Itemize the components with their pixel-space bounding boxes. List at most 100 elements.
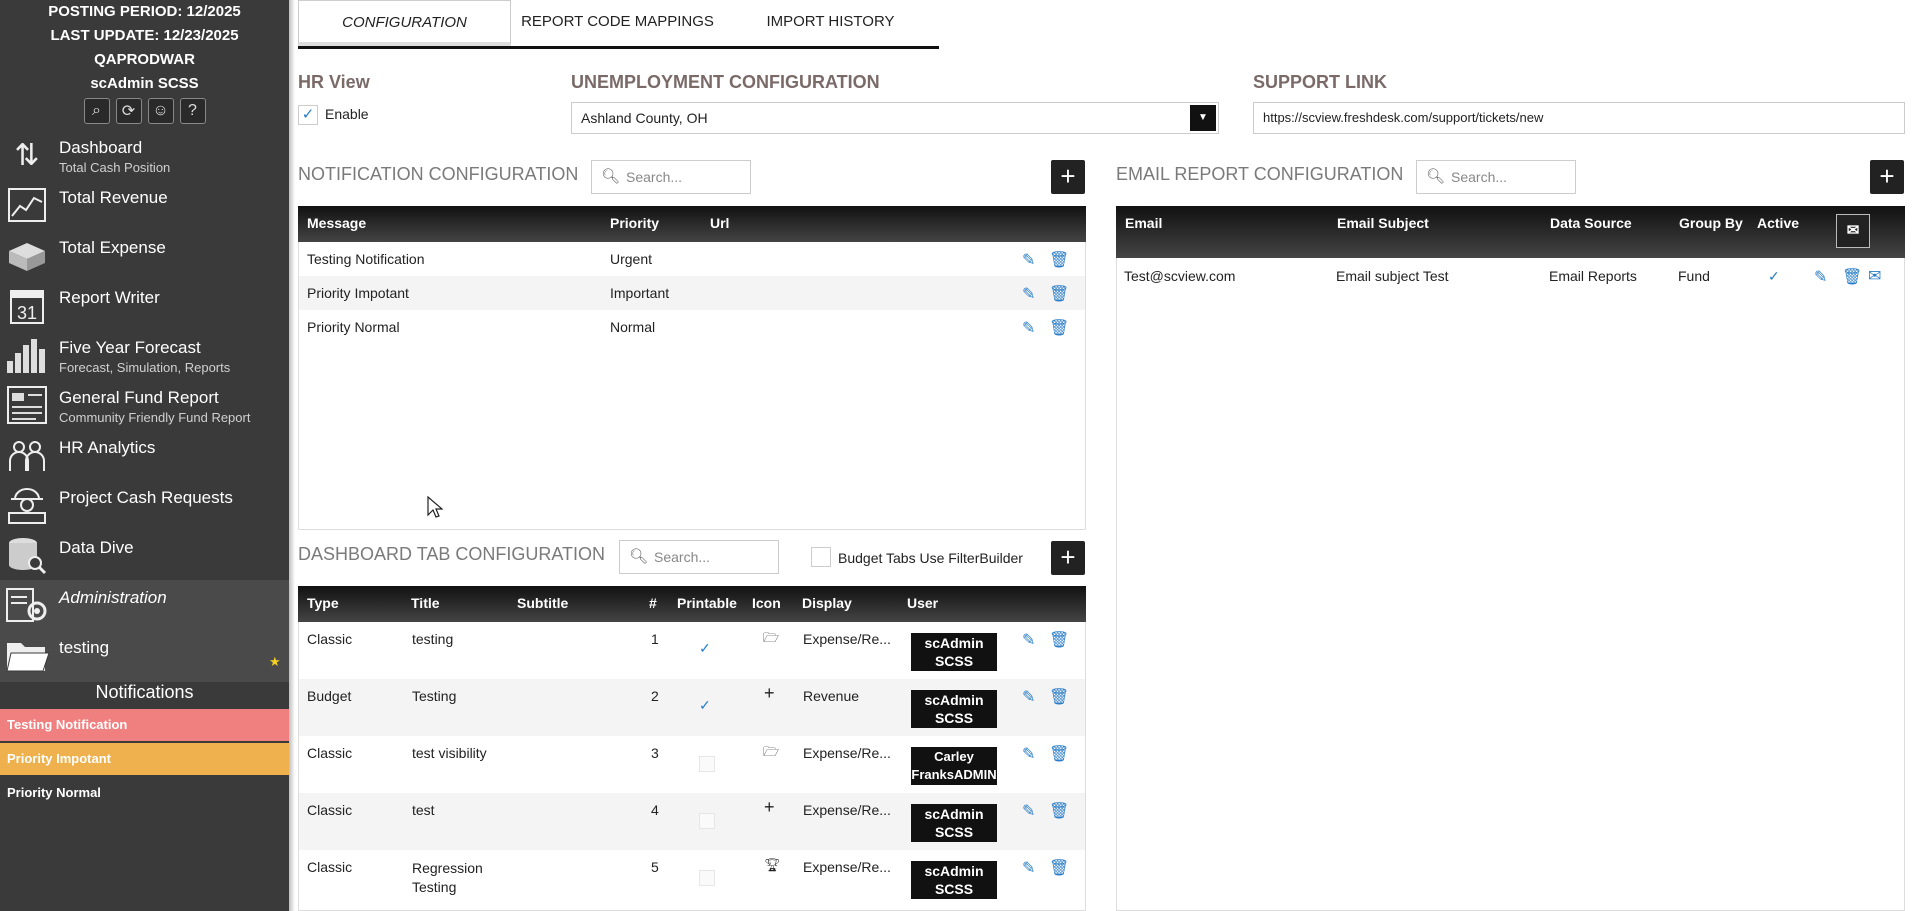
notification-config-title: NOTIFICATION CONFIGURATION (298, 164, 579, 184)
help-icon[interactable]: ? (179, 98, 206, 124)
nav-project-cash-requests[interactable]: Project Cash Requests (0, 480, 289, 530)
sidebar-notification[interactable]: Priority Normal (0, 777, 289, 809)
nav-data-dive[interactable]: Data Dive (0, 530, 289, 580)
nav-label: Five Year Forecast (59, 338, 201, 357)
people-icon (5, 433, 49, 477)
column-header[interactable]: Active (1757, 215, 1799, 231)
table-row[interactable]: Priority Impotant Important ✎ 🗑︎ (299, 276, 1085, 310)
edit-icon[interactable]: ✎ (1022, 284, 1035, 304)
column-header[interactable]: Subtitle (517, 595, 568, 611)
trash-icon[interactable]: 🗑︎ (1049, 744, 1069, 764)
edit-icon[interactable]: ✎ (1022, 858, 1035, 878)
table-row[interactable]: Testing Notification Urgent ✎ 🗑︎ (299, 242, 1085, 276)
edit-icon[interactable]: ✎ (1814, 267, 1827, 287)
mouse-cursor-icon (427, 496, 443, 518)
trash-icon[interactable]: 🗑︎ (1049, 687, 1069, 707)
sidebar-shadow (289, 0, 295, 911)
email-search-input[interactable]: 🔍︎ Search... (1416, 160, 1576, 194)
printable-checkbox[interactable] (699, 756, 715, 772)
tab-configuration[interactable]: CONFIGURATION (298, 0, 511, 46)
user-line: FranksADMIN (911, 767, 997, 782)
trash-icon[interactable]: 🗑︎ (1049, 318, 1069, 338)
edit-icon[interactable]: ✎ (1022, 801, 1035, 821)
table-row[interactable]: Classic Regression Testing 5 🏆︎ Expense/R… (299, 850, 1085, 910)
column-header[interactable]: Data Source (1550, 215, 1632, 231)
edit-icon[interactable]: ✎ (1022, 250, 1035, 270)
favorite-star-icon[interactable]: ★ (269, 654, 281, 670)
tab-report-code-mappings[interactable]: REPORT CODE MAPPINGS (511, 0, 724, 46)
nav-label: Administration (59, 588, 167, 607)
column-header[interactable]: Email Subject (1337, 215, 1429, 231)
current-user: scAdmin SCSS (90, 75, 199, 92)
table-row[interactable]: Classic test visibility 3 🗁 Expense/Re..… (299, 736, 1085, 793)
column-header[interactable]: Priority (610, 215, 659, 231)
column-header[interactable]: Type (307, 595, 339, 611)
column-header[interactable]: Email (1125, 215, 1162, 231)
table-row[interactable]: Classic test 4 + Expense/Re... scAdmin SC… (299, 793, 1085, 850)
filterbuilder-checkbox[interactable] (811, 547, 831, 567)
column-header[interactable]: Url (710, 215, 729, 231)
column-header[interactable]: Title (411, 595, 440, 611)
posting-period: POSTING PERIOD: 12/2025 (48, 3, 241, 20)
send-email-icon[interactable]: ✉ (1868, 266, 1881, 286)
cell-type: Classic (307, 802, 353, 818)
nav-total-expense[interactable]: Total Expense (0, 230, 289, 280)
svg-text:31: 31 (17, 303, 37, 323)
column-header[interactable]: Icon (752, 595, 781, 611)
nav-report-writer[interactable]: 31 Report Writer (0, 280, 289, 330)
table-row[interactable]: Classic testing 1 ✓ 🗁 Expense/Re... scAd… (299, 622, 1085, 679)
nav-total-revenue[interactable]: Total Revenue (0, 180, 289, 230)
column-header[interactable]: Group By (1679, 215, 1743, 231)
nav-hr-analytics[interactable]: HR Analytics (0, 430, 289, 480)
smiley-icon[interactable]: ☺ (147, 98, 174, 124)
trash-icon[interactable]: 🗑︎ (1842, 267, 1862, 287)
add-notification-button[interactable]: + (1051, 160, 1085, 194)
notification-search-input[interactable]: 🔍︎ Search... (591, 160, 751, 194)
nav-general-fund-report[interactable]: General Fund Report Community Friendly F… (0, 380, 289, 430)
add-dashboard-tab-button[interactable]: + (1051, 541, 1085, 575)
column-header[interactable]: User (907, 595, 938, 611)
edit-icon[interactable]: ✎ (1022, 744, 1035, 764)
column-header[interactable]: Display (802, 595, 852, 611)
search-user-icon[interactable]: ⌕ (83, 98, 110, 124)
cell-display: Expense/Re... (803, 802, 891, 818)
nav-dashboard[interactable]: ⇅ Dashboard Total Cash Position (0, 130, 289, 180)
sidebar-notification[interactable]: Priority Impotant (0, 743, 289, 775)
trash-icon[interactable]: 🗑︎ (1049, 801, 1069, 821)
edit-icon[interactable]: ✎ (1022, 630, 1035, 650)
trash-icon[interactable]: 🗑︎ (1049, 250, 1069, 270)
column-header[interactable]: # (649, 595, 657, 611)
trash-icon[interactable]: 🗑︎ (1049, 858, 1069, 878)
user-badge: Carley FranksADMIN (911, 747, 997, 785)
printable-checkbox[interactable] (699, 813, 715, 829)
nav-five-year-forecast[interactable]: Five Year Forecast Forecast, Simulation,… (0, 330, 289, 380)
sidebar-notification[interactable]: Testing Notification (0, 709, 289, 741)
nav-administration[interactable]: Administration (0, 580, 289, 630)
unemployment-select[interactable]: Ashland County, OH ▼ (571, 102, 1219, 134)
trash-icon[interactable]: 🗑︎ (1049, 630, 1069, 650)
printable-checkbox[interactable] (699, 870, 715, 886)
edit-icon[interactable]: ✎ (1022, 687, 1035, 707)
email-config-title: EMAIL REPORT CONFIGURATION (1116, 164, 1404, 184)
arrows-icon: ⇅ (14, 138, 40, 172)
printable-check-icon[interactable]: ✓ (699, 697, 711, 714)
printable-check-icon[interactable]: ✓ (699, 640, 711, 657)
chevron-down-icon[interactable]: ▼ (1190, 105, 1216, 131)
column-header[interactable]: Printable (677, 595, 737, 611)
admin-gear-icon (5, 583, 49, 627)
table-row[interactable]: Budget Testing 2 ✓ + Revenue scAdmin SCSS… (299, 679, 1085, 736)
nav-testing[interactable]: testing ★ (0, 630, 289, 682)
table-row[interactable]: Priority Normal Normal ✎ 🗑︎ (299, 310, 1085, 344)
edit-icon[interactable]: ✎ (1022, 318, 1035, 338)
tab-import-history[interactable]: IMPORT HISTORY (724, 0, 937, 46)
send-all-email-button[interactable]: ✉ (1836, 214, 1870, 248)
column-header[interactable]: Message (307, 215, 366, 231)
dashboard-search-input[interactable]: 🔍︎ Search... (619, 540, 779, 574)
hr-view-enable-checkbox[interactable]: ✓ (298, 105, 318, 125)
add-email-report-button[interactable]: + (1870, 160, 1904, 194)
table-row[interactable]: Test@scview.com Email subject Test Email… (1117, 258, 1904, 294)
trash-icon[interactable]: 🗑︎ (1049, 284, 1069, 304)
cell-title: Regression Testing (412, 859, 483, 897)
support-link-input[interactable]: https://scview.freshdesk.com/support/tic… (1253, 102, 1905, 134)
refresh-icon[interactable]: ⟳ (115, 98, 142, 124)
